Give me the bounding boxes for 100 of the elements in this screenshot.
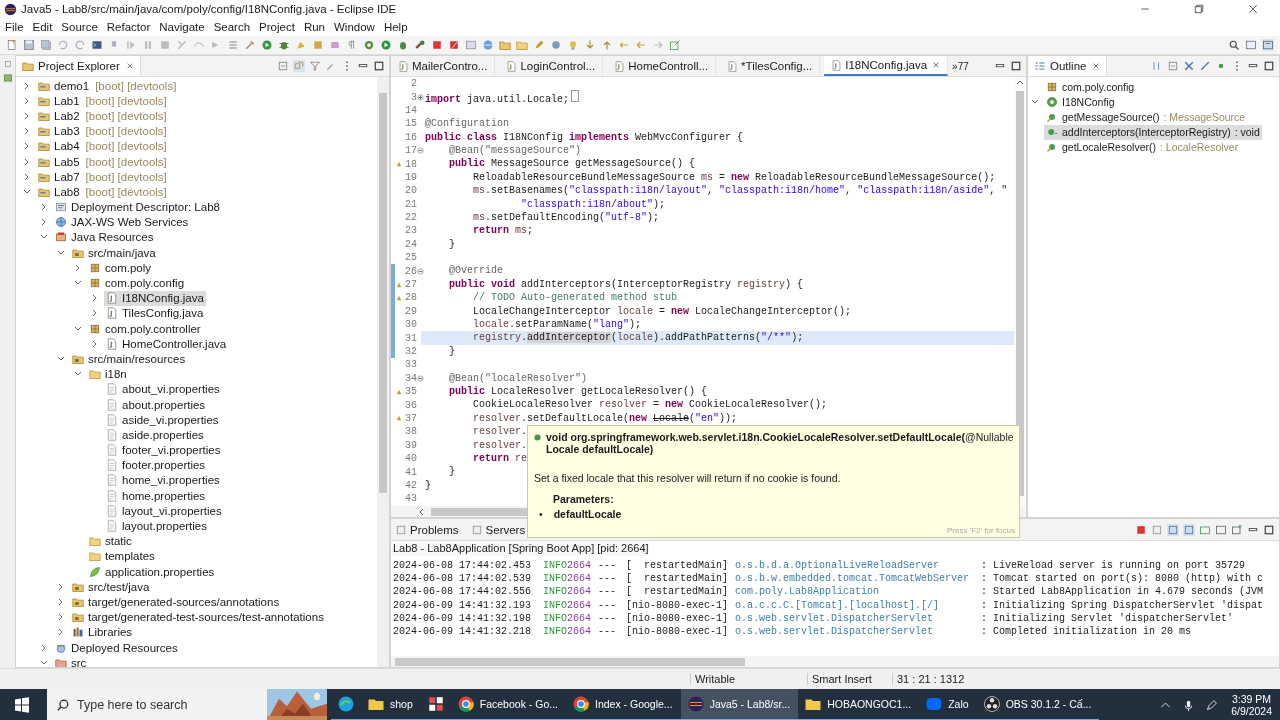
windows-start-icon[interactable] (14, 697, 30, 713)
pen-icon[interactable] (1205, 698, 1219, 712)
folded-box[interactable] (571, 90, 580, 103)
scroll-lock-icon[interactable] (1167, 523, 1179, 536)
bug-icon[interactable] (397, 39, 409, 51)
tree-item[interactable]: aside_vi.properties (104, 412, 221, 428)
menu-item[interactable]: Source (61, 21, 98, 33)
search-icon[interactable] (1228, 39, 1240, 51)
close-icon[interactable] (932, 61, 941, 69)
tree-item[interactable]: src (53, 655, 89, 667)
tree-item[interactable]: Lab8 [boot] [devtools] (36, 184, 169, 200)
tree-item[interactable]: I18NConfig.java (104, 290, 206, 306)
fold-icon[interactable] (417, 93, 424, 101)
search-field[interactable]: Type here to search (47, 689, 267, 720)
fold-icon[interactable] (417, 267, 424, 275)
tool-icon[interactable] (244, 39, 256, 51)
marker-icon[interactable] (396, 388, 402, 395)
tree-item[interactable]: Lab3 [boot] [devtools] (36, 123, 169, 139)
window-icon[interactable] (465, 39, 477, 51)
outline-item[interactable]: getLocaleResolver() : LocaleResolver (1044, 139, 1241, 155)
clock[interactable]: 3:39 PM 6/9/2024 (1223, 693, 1280, 717)
tree-item[interactable]: Java Resources (53, 229, 156, 245)
tree-item[interactable]: Deployment Descriptor: Lab8 (53, 199, 222, 215)
tree-item[interactable]: src/test/java (70, 579, 152, 595)
tree-item[interactable]: home_vi.properties (104, 472, 222, 488)
server-icon[interactable] (448, 39, 460, 51)
console-icon[interactable] (1215, 523, 1227, 536)
close-icon[interactable] (1092, 62, 1101, 70)
annotation-up-icon[interactable] (601, 39, 613, 51)
tree-item[interactable]: target/generated-sources/annotations (70, 594, 282, 610)
menu-item[interactable]: Edit (32, 21, 53, 33)
menu-item[interactable]: Navigate (159, 21, 205, 33)
tree-item[interactable]: com.poly (87, 260, 154, 276)
tree-item[interactable]: target/generated-test-sources/test-annotations (70, 609, 326, 625)
scrollbar[interactable] (377, 77, 389, 667)
marker-icon[interactable] (396, 415, 402, 422)
tree-item[interactable]: about_vi.properties (104, 381, 222, 397)
tree-item[interactable]: footer_vi.properties (104, 442, 223, 458)
outline-item[interactable]: getMessageSource() : MessageSource (1044, 109, 1248, 125)
marker-icon[interactable] (396, 161, 402, 168)
outline-item[interactable]: addInterceptors(InterceptorRegistry) : void (1044, 124, 1262, 140)
tree-item[interactable]: layout.properties (104, 518, 210, 534)
maximize-icon[interactable] (1263, 60, 1275, 72)
scrollbar[interactable] (1016, 91, 1024, 496)
filter-icon[interactable] (1183, 60, 1195, 72)
maximize-icon[interactable] (1263, 523, 1275, 536)
menu-item[interactable]: Search (213, 21, 251, 33)
tab-overflow[interactable]: »77 (952, 60, 969, 72)
tree-item[interactable]: JAX-WS Web Services (53, 214, 191, 230)
tree-item[interactable]: about.properties (104, 397, 208, 413)
outline-item[interactable]: I18NConfig (1044, 94, 1117, 110)
tree-item[interactable]: HomeController.java (104, 336, 229, 352)
maximize-icon[interactable] (373, 60, 385, 72)
tools-icon[interactable] (414, 39, 426, 51)
fold-icon[interactable] (417, 147, 424, 155)
open-window-icon[interactable] (669, 39, 681, 51)
editor-tab[interactable]: MailerContro... (391, 56, 496, 76)
book-icon[interactable] (2, 73, 13, 83)
debug-icon[interactable] (278, 39, 290, 51)
menu-item[interactable]: Run (303, 21, 325, 33)
tree-item[interactable]: Lab2 [boot] [devtools] (36, 108, 169, 124)
terminate-icon[interactable] (1135, 523, 1147, 536)
tree-item[interactable]: i18n (87, 366, 129, 382)
tree-item[interactable]: Lab4 [boot] [devtools] (36, 138, 169, 154)
view-tab[interactable]: Servers (466, 523, 530, 536)
display-icon[interactable] (1199, 523, 1211, 536)
view-tab[interactable]: Outline (1028, 56, 1108, 76)
taskbar-button[interactable]: OBS 30.1.2 - Cấ... (976, 689, 1100, 720)
new-icon[interactable] (6, 39, 18, 51)
editor-tab[interactable]: LoginControl... (499, 56, 604, 76)
taskbar-button[interactable]: Facebook - Go... (450, 689, 566, 720)
taskbar-button[interactable]: Java5 - Lab8/sr... (680, 689, 799, 720)
collapse-icon[interactable] (277, 60, 289, 72)
tree-item[interactable]: com.poly.controller (87, 321, 203, 337)
folder-icon[interactable] (499, 39, 511, 51)
gear-icon[interactable] (363, 39, 375, 51)
tree-item[interactable]: static (87, 533, 134, 549)
outline-item[interactable]: com.poly.config (1044, 79, 1137, 95)
tree-item[interactable]: Libraries (70, 624, 135, 640)
editor-tab[interactable]: HomeControll... (607, 56, 717, 76)
save-icon[interactable] (23, 39, 35, 51)
save-all-icon[interactable] (40, 39, 52, 51)
view-tab[interactable]: Project Explorer (16, 56, 141, 76)
restore-icon[interactable] (1193, 3, 1205, 15)
maximize-icon[interactable] (1010, 60, 1022, 72)
scrollbar[interactable] (395, 657, 745, 666)
tree-item[interactable]: Lab1 [boot] [devtools] (36, 93, 169, 109)
menu-item[interactable]: Refactor (106, 21, 151, 33)
editor-tab[interactable]: I18NConfig.java (824, 56, 949, 76)
tree-item[interactable]: src/main/resources (70, 351, 188, 367)
tree-item[interactable]: demo1 [boot] [devtools] (36, 78, 179, 94)
taskbar-button[interactable]: shop (361, 689, 421, 720)
filter-icon[interactable] (1199, 60, 1211, 72)
tree-item[interactable]: src/main/java (70, 245, 158, 261)
tree-item[interactable]: Lab5 [boot] [devtools] (36, 154, 169, 170)
stop-server-icon[interactable] (431, 39, 443, 51)
circle-icon[interactable] (550, 39, 562, 51)
tree-item[interactable]: Lab7 [boot] [devtools] (36, 169, 169, 185)
menu-item[interactable]: File (5, 21, 24, 33)
fold-icon[interactable] (417, 374, 424, 382)
